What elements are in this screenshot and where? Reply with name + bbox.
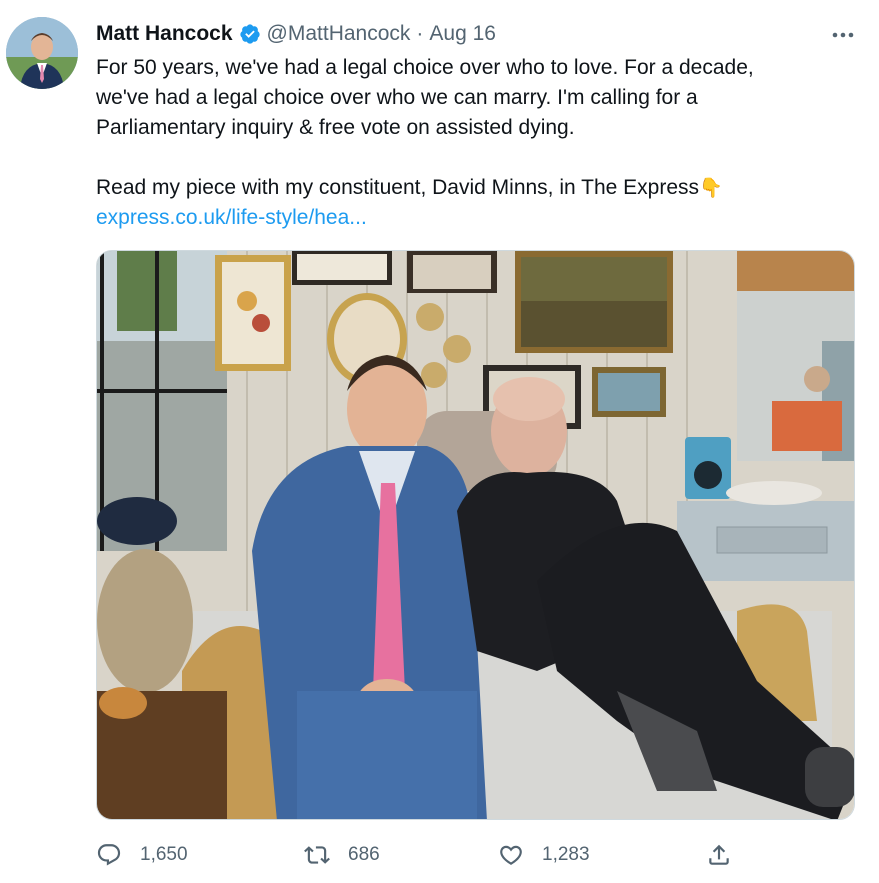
- photo-image: [97, 251, 854, 819]
- separator-dot: ·: [416, 22, 424, 45]
- verified-badge-icon: [239, 23, 261, 45]
- retweet-icon: [304, 846, 330, 864]
- author-name[interactable]: Matt Hancock: [96, 22, 233, 46]
- avatar-image: [6, 17, 78, 89]
- tweet-text-second-paragraph: Read my piece with my constituent, David…: [96, 176, 700, 199]
- tweet-header: Matt Hancock @MattHancock · Aug 16: [96, 20, 496, 48]
- tweet-date[interactable]: Aug 16: [429, 22, 496, 46]
- tweet-text-line: we've had a legal choice over who we can…: [96, 86, 698, 109]
- author-handle[interactable]: @MattHancock: [267, 22, 411, 46]
- share-icon: [709, 844, 729, 865]
- like-icon: [500, 845, 522, 865]
- share-button[interactable]: [706, 838, 732, 872]
- retweet-button[interactable]: 686: [304, 838, 380, 872]
- more-icon: [832, 32, 854, 38]
- like-button[interactable]: 1,283: [498, 838, 590, 872]
- more-options-button[interactable]: [826, 22, 860, 48]
- like-count: 1,283: [542, 844, 590, 865]
- tweet-text-line: Parliamentary inquiry & free vote on ass…: [96, 116, 575, 139]
- reply-icon: [97, 844, 121, 866]
- tweet-actions: 1,650 686 1,283: [96, 838, 856, 872]
- retweet-count: 686: [348, 844, 380, 865]
- reply-count: 1,650: [140, 844, 188, 865]
- reply-button[interactable]: 1,650: [96, 838, 188, 872]
- tweet-photo[interactable]: [96, 250, 855, 820]
- tweet-text: For 50 years, we've had a legal choice o…: [96, 53, 856, 233]
- author-avatar[interactable]: [6, 17, 78, 89]
- article-link[interactable]: express.co.uk/life-style/hea...: [96, 206, 367, 229]
- pointing-down-emoji: 👇: [699, 177, 723, 199]
- tweet-text-line: For 50 years, we've had a legal choice o…: [96, 56, 754, 79]
- tweet-text-line: Read my piece with my constituent, David…: [96, 173, 856, 203]
